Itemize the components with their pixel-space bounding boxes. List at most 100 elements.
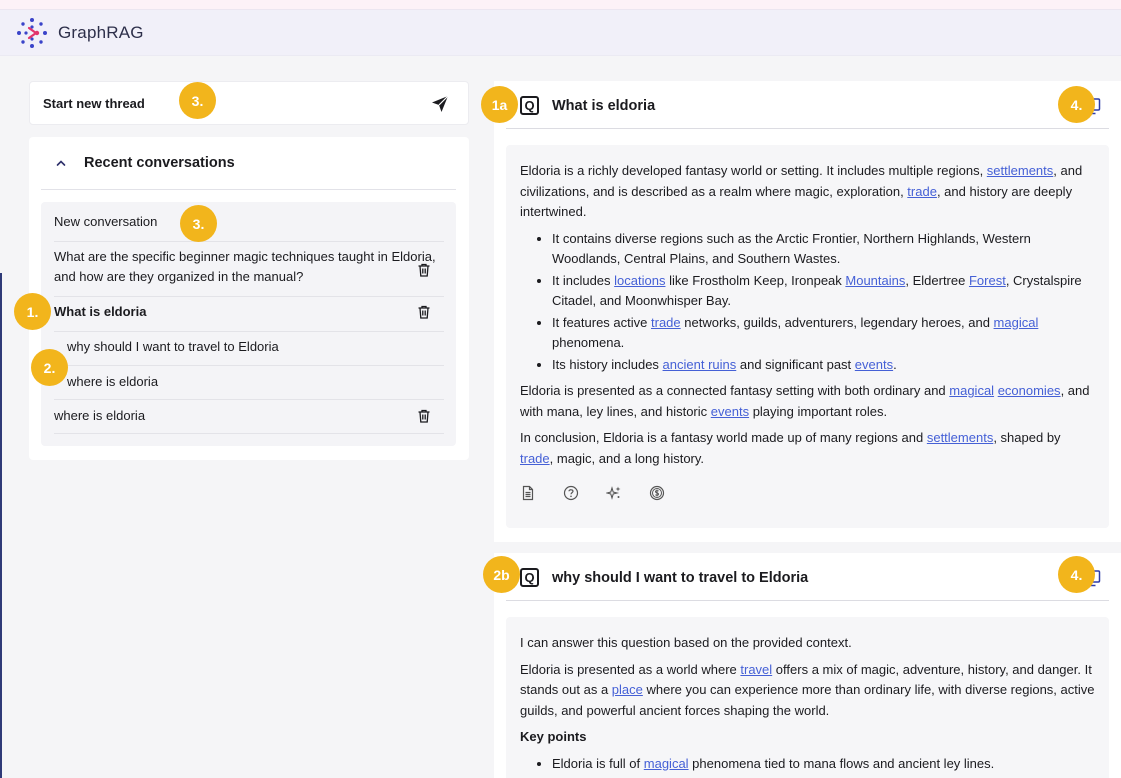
sparkles-icon[interactable] — [606, 485, 622, 501]
answer-paragraph: I can answer this question based on the … — [520, 633, 1095, 654]
bullet-item: Eldoria is full of magical phenomena tie… — [552, 754, 1095, 775]
answer-text: networks, guilds, adventurers, legendary… — [680, 314, 994, 330]
trash-icon[interactable] — [416, 408, 432, 424]
annotation-badge: 2. — [31, 349, 68, 386]
trash-icon[interactable] — [416, 304, 432, 320]
citation-link[interactable]: travel — [740, 662, 772, 677]
recent-conversations-header[interactable]: Recent conversations — [41, 137, 456, 190]
conversation-label: What is eldoria — [54, 304, 147, 319]
citation-link[interactable]: magical — [994, 315, 1039, 330]
answer-text: Eldoria is full of — [552, 755, 644, 771]
graphrag-logo-icon — [16, 17, 48, 49]
answer-text: playing important roles. — [749, 403, 888, 419]
thread-message: Q why should I want to travel to Eldoria… — [494, 553, 1121, 778]
top-strip — [0, 0, 1121, 10]
answer-subheading: Key points — [520, 729, 587, 744]
annotation-badge: 4. — [1058, 86, 1095, 123]
answer-text: Eldoria is presented as a world where — [520, 661, 741, 677]
conversation-item[interactable]: where is eldoria — [54, 406, 444, 434]
annotation-badge: 1. — [14, 293, 51, 330]
answer-text: , Eldertree — [905, 272, 969, 288]
trash-icon[interactable] — [416, 262, 432, 278]
bullet-item: It features active trade networks, guild… — [552, 313, 1095, 354]
window-edge — [0, 273, 2, 778]
citation-link[interactable]: trade — [520, 451, 550, 466]
answer-paragraph: Eldoria is a richly developed fantasy wo… — [520, 161, 1095, 223]
question-icon: Q — [520, 568, 539, 587]
annotation-badge: 3. — [179, 82, 216, 119]
annotation-badge: 3. — [180, 205, 217, 242]
conversation-label: where is eldoria — [67, 374, 159, 389]
citation-link[interactable]: settlements — [927, 430, 993, 445]
document-icon[interactable] — [520, 485, 536, 501]
coin-icon[interactable] — [649, 485, 665, 501]
annotation-badge: 4. — [1058, 556, 1095, 593]
citation-link[interactable]: magical — [949, 383, 994, 398]
answer-text: phenomena. — [552, 335, 625, 350]
answer-text: It includes — [552, 272, 615, 288]
answer-paragraph: Eldoria is presented as a connected fant… — [520, 381, 1095, 422]
citation-link[interactable]: events — [711, 404, 749, 419]
help-circle-icon[interactable] — [563, 485, 579, 501]
app-header: GraphRAG — [0, 10, 1121, 56]
question-row: Q why should I want to travel to Eldoria — [506, 555, 1109, 601]
conversation-item[interactable]: New conversation — [54, 212, 444, 242]
bullet-item: It contains diverse regions such as the … — [552, 229, 1095, 270]
answer-text: Eldoria is presented as a connected fant… — [520, 383, 950, 398]
conversation-label: What are the specific beginner magic tec… — [54, 249, 436, 284]
new-thread-button[interactable]: Start new thread — [29, 81, 469, 125]
conversation-label: where is eldoria — [54, 408, 146, 423]
answer-text: It features active — [552, 314, 651, 330]
answer-paragraph: In conclusion, Eldoria is a fantasy worl… — [520, 428, 1095, 469]
answer-bullets: It contains diverse regions such as the … — [552, 229, 1095, 376]
answer-text: Its history includes — [552, 356, 663, 372]
answer-text: , shaped by — [993, 430, 1061, 445]
app-title: GraphRAG — [58, 22, 144, 42]
answer-card: Eldoria is a richly developed fantasy wo… — [506, 145, 1109, 528]
question-row: Q What is eldoria — [506, 83, 1109, 129]
citation-link[interactable]: Mountains — [845, 273, 905, 288]
thread-message: Q What is eldoria Eldoria is a richly de… — [494, 81, 1121, 542]
citation-link[interactable]: settlements — [987, 163, 1053, 178]
citation-link[interactable]: magical — [644, 756, 689, 771]
conversation-subitem[interactable]: where is eldoria — [54, 372, 444, 400]
citation-link[interactable]: trade — [651, 315, 681, 330]
annotation-badge: 2b — [483, 556, 520, 593]
conversation-label: why should I want to travel to Eldoria — [67, 339, 279, 354]
conversation-label: New conversation — [54, 214, 158, 229]
answer-text: In conclusion, Eldoria is a fantasy worl… — [520, 430, 927, 445]
bullet-item: It includes locations like Frostholm Kee… — [552, 271, 1095, 312]
conversation-item[interactable]: What are the specific beginner magic tec… — [54, 247, 444, 297]
citation-link[interactable]: Forest — [969, 273, 1006, 288]
answer-text: like Frostholm Keep, Ironpeak — [665, 272, 846, 288]
recent-conversations-title: Recent conversations — [84, 155, 235, 171]
conversation-item-active[interactable]: What is eldoria — [54, 302, 444, 332]
answer-text: phenomena tied to mana flows and ancient… — [688, 755, 995, 771]
new-thread-label: Start new thread — [43, 95, 145, 111]
citation-link[interactable]: economies — [998, 383, 1061, 398]
answer-card: I can answer this question based on the … — [506, 617, 1109, 778]
answer-paragraph: Eldoria is presented as a world where tr… — [520, 660, 1095, 722]
answer-text: It contains diverse regions such as the … — [552, 230, 1031, 267]
question-text: why should I want to travel to Eldoria — [552, 569, 809, 586]
answer-text: I can answer this question based on the … — [520, 635, 852, 650]
answer-toolbar — [520, 485, 1095, 501]
answer-text: . — [893, 356, 897, 372]
conversation-subitem[interactable]: why should I want to travel to Eldoria — [54, 337, 444, 366]
annotation-badge: 1a — [481, 86, 518, 123]
send-icon[interactable] — [430, 94, 450, 114]
bullet-item: Its history includes ancient ruins and s… — [552, 355, 1095, 376]
answer-text: Eldoria is a richly developed fantasy wo… — [520, 163, 987, 178]
citation-link[interactable]: locations — [614, 273, 665, 288]
answer-text: and significant past — [736, 356, 855, 372]
question-text: What is eldoria — [552, 97, 656, 114]
recent-conversations-panel: Recent conversations New conversation Wh… — [29, 137, 469, 460]
citation-link[interactable]: trade — [907, 184, 937, 199]
chevron-up-icon[interactable] — [55, 157, 67, 169]
citation-link[interactable]: ancient ruins — [663, 357, 737, 372]
conversation-list: New conversation What are the specific b… — [41, 202, 456, 446]
question-icon: Q — [520, 96, 539, 115]
citation-link[interactable]: place — [612, 682, 643, 697]
answer-bullets: Eldoria is full of magical phenomena tie… — [552, 754, 1095, 775]
citation-link[interactable]: events — [855, 357, 893, 372]
